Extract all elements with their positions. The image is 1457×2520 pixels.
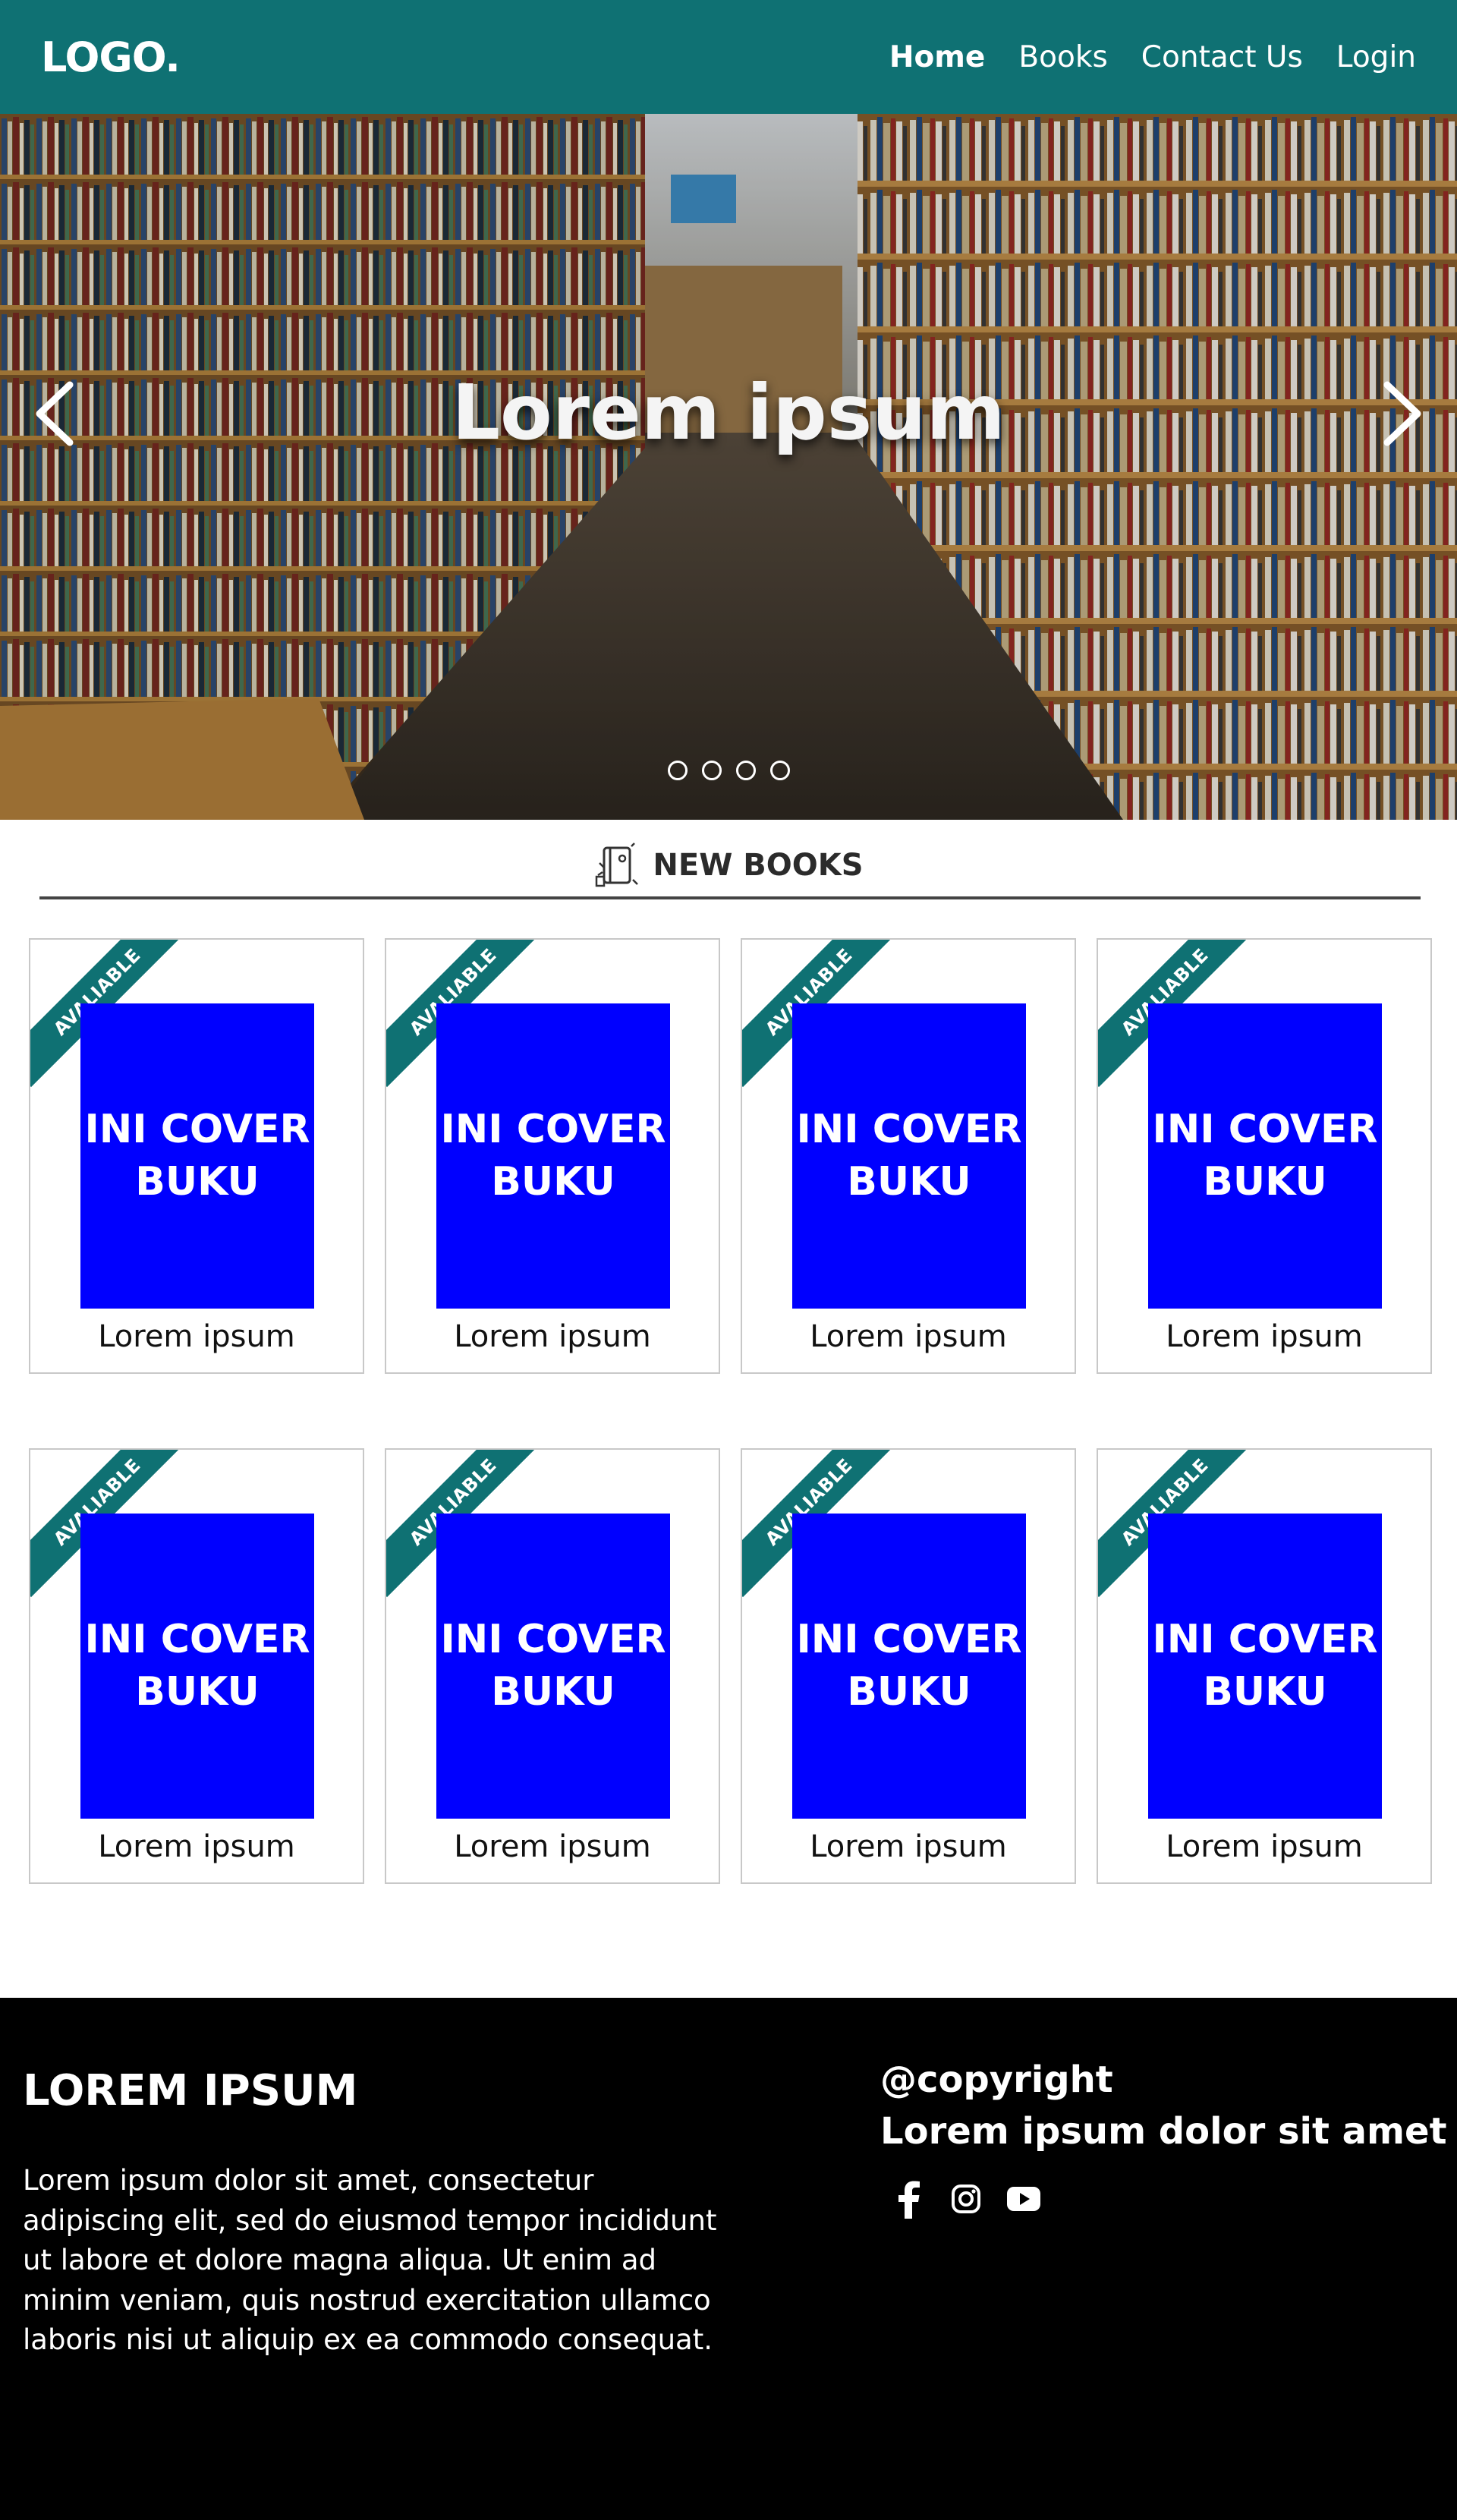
carousel-dot-1[interactable] xyxy=(667,761,688,780)
book-title[interactable]: Lorem ipsum xyxy=(742,1829,1075,1864)
nav-link-books[interactable]: Books xyxy=(1018,40,1107,74)
section-title: NEW BOOKS xyxy=(653,848,864,883)
book-cover[interactable]: INI COVER BUKU xyxy=(436,1514,670,1819)
book-card[interactable]: AVALIABLE INI COVER BUKU Lorem ipsum xyxy=(1097,938,1432,1374)
book-title[interactable]: Lorem ipsum xyxy=(30,1829,363,1864)
book-cover[interactable]: INI COVER BUKU xyxy=(792,1003,1026,1309)
facebook-icon xyxy=(898,2181,920,2219)
book-cover[interactable]: INI COVER BUKU xyxy=(792,1514,1026,1819)
youtube-icon xyxy=(1007,2187,1040,2211)
carousel-dot-3[interactable] xyxy=(735,761,756,780)
book-title[interactable]: Lorem ipsum xyxy=(30,1319,363,1354)
section-divider xyxy=(39,896,1421,899)
book-card[interactable]: AVALIABLE INI COVER BUKU Lorem ipsum xyxy=(29,1448,364,1884)
book-title[interactable]: Lorem ipsum xyxy=(386,1829,719,1864)
footer-description: Lorem ipsum dolor sit amet, consectetur … xyxy=(23,2164,717,2357)
book-card[interactable]: AVALIABLE INI COVER BUKU Lorem ipsum xyxy=(741,1448,1076,1884)
book-shelf-icon xyxy=(596,843,639,887)
chevron-left-icon xyxy=(36,381,74,446)
book-card[interactable]: AVALIABLE INI COVER BUKU Lorem ipsum xyxy=(1097,1448,1432,1884)
nav-links: Home Books Contact Us Login xyxy=(856,40,1416,74)
book-title[interactable]: Lorem ipsum xyxy=(386,1319,719,1354)
carousel-indicators xyxy=(0,761,1457,780)
hero-title: Lorem ipsum xyxy=(452,368,1005,457)
book-cover[interactable]: INI COVER BUKU xyxy=(436,1003,670,1309)
social-links xyxy=(889,2180,1043,2219)
facebook-link[interactable] xyxy=(889,2180,927,2219)
book-card[interactable]: AVALIABLE INI COVER BUKU Lorem ipsum xyxy=(741,938,1076,1374)
book-title[interactable]: Lorem ipsum xyxy=(1098,1319,1430,1354)
copyright-label: @copyright xyxy=(880,2059,1113,2101)
footer-title: LOREM IPSUM xyxy=(23,2066,358,2115)
hero-carousel: Lorem ipsum xyxy=(0,114,1457,820)
navbar: LOGO. Home Books Contact Us Login xyxy=(0,0,1457,114)
footer: LOREM IPSUM Lorem ipsum dolor sit amet, … xyxy=(0,1998,1457,2520)
nav-link-login[interactable]: Login xyxy=(1336,40,1416,74)
youtube-link[interactable] xyxy=(1005,2180,1043,2218)
book-cover[interactable]: INI COVER BUKU xyxy=(1148,1003,1382,1309)
book-title[interactable]: Lorem ipsum xyxy=(742,1319,1075,1354)
hero-background-image xyxy=(0,114,1457,820)
instagram-link[interactable] xyxy=(947,2180,985,2218)
section-heading: NEW BOOKS xyxy=(0,835,1457,896)
logo[interactable]: LOGO. xyxy=(41,33,181,81)
carousel-dot-4[interactable] xyxy=(769,761,790,780)
book-cover[interactable]: INI COVER BUKU xyxy=(80,1514,314,1819)
chevron-right-icon xyxy=(1383,381,1421,446)
book-cover[interactable]: INI COVER BUKU xyxy=(80,1003,314,1309)
carousel-prev-button[interactable] xyxy=(29,376,82,452)
book-card[interactable]: AVALIABLE INI COVER BUKU Lorem ipsum xyxy=(385,938,720,1374)
book-grid: AVALIABLE INI COVER BUKU Lorem ipsum AVAL… xyxy=(29,938,1433,1884)
carousel-next-button[interactable] xyxy=(1375,376,1428,452)
book-card[interactable]: AVALIABLE INI COVER BUKU Lorem ipsum xyxy=(29,938,364,1374)
nav-link-home[interactable]: Home xyxy=(889,40,986,74)
carousel-dot-2[interactable] xyxy=(701,761,722,780)
book-title[interactable]: Lorem ipsum xyxy=(1098,1829,1430,1864)
instagram-icon xyxy=(952,2185,980,2213)
book-cover[interactable]: INI COVER BUKU xyxy=(1148,1514,1382,1819)
copyright-text: Lorem ipsum dolor sit amet xyxy=(880,2110,1447,2153)
nav-link-contact-us[interactable]: Contact Us xyxy=(1141,40,1303,74)
book-card[interactable]: AVALIABLE INI COVER BUKU Lorem ipsum xyxy=(385,1448,720,1884)
